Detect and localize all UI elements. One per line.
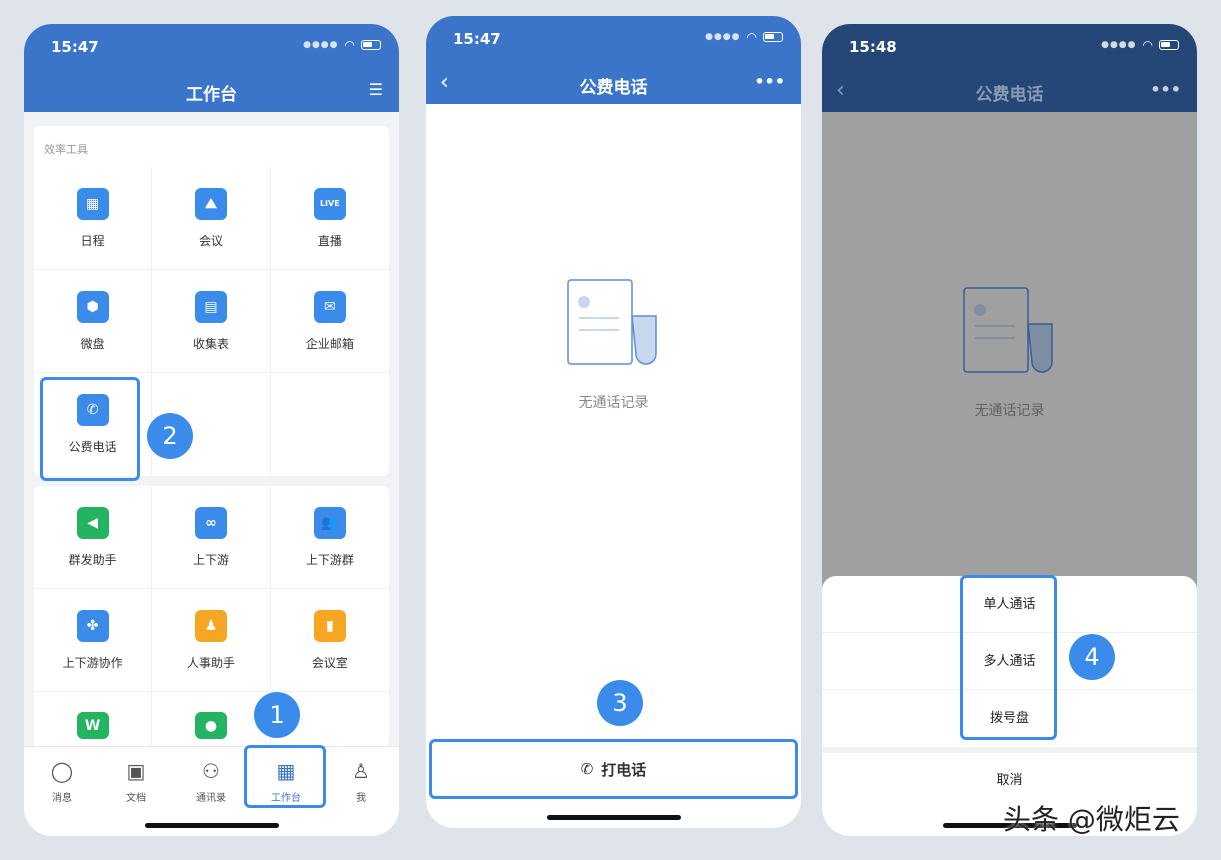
status-bar: 15:47 ●●●● ◠ <box>426 16 801 60</box>
highlight-options <box>960 575 1057 740</box>
status-time: 15:47 <box>51 38 99 56</box>
step-badge-3: 3 <box>597 680 643 726</box>
home-indicator <box>144 823 279 828</box>
page-title: 公费电话 <box>579 78 648 98</box>
battery-icon <box>763 32 783 42</box>
tab-messages[interactable]: ◯ 消息 <box>32 757 92 804</box>
app-live[interactable]: LIVE 直播 <box>270 167 389 270</box>
phone-call-options: 15:48 ●●●● ◠ ‹ 公费电话 ••• 无通话记录 单人通话 多人通话 拨… <box>822 24 1197 836</box>
form-icon: ▤ <box>194 290 227 323</box>
wifi-icon: ◠ <box>344 38 355 52</box>
phone-workbench: 15:47 ●●●● ◠ 工作台 ☰ 效率工具 ▦ 日程 ⛰ 会议 LIVE 直播… <box>24 24 399 836</box>
manage-icon[interactable]: ☰ <box>369 80 383 99</box>
chat-bubble-icon: ◯ <box>50 759 74 783</box>
mail-icon: ✉ <box>313 290 346 323</box>
step-badge-4: 4 <box>1069 634 1115 680</box>
app-meeting-room[interactable]: ▮ 会议室 <box>270 589 389 692</box>
empty-text: 无通话记录 <box>974 403 1045 419</box>
phone-paid-phone: 15:47 ●●●● ◠ ‹ 公费电话 ••• 无通话记录 3 ✆ 打电话 <box>426 16 801 828</box>
collab-icon: ✤ <box>76 609 109 642</box>
signal-icon: ●●●● <box>1101 40 1137 50</box>
app-icon: W <box>76 712 109 739</box>
step-badge-1: 1 <box>254 692 300 738</box>
app-broadcast[interactable]: ◀ 群发助手 <box>34 486 153 589</box>
watermark: 头条 @微炬云 <box>1003 803 1180 836</box>
signal-icon: ●●●● <box>303 40 339 50</box>
empty-records-icon <box>963 287 1053 373</box>
door-icon: ▮ <box>313 609 346 642</box>
group-icon: 👥 <box>313 506 346 539</box>
status-bar: 15:47 ●●●● ◠ <box>24 24 399 68</box>
drive-icon: ⬢ <box>76 290 109 323</box>
wifi-icon: ◠ <box>746 30 757 44</box>
chat-icon: ● <box>194 712 227 739</box>
tab-contacts[interactable]: ⚇ 通讯录 <box>181 757 241 804</box>
battery-icon <box>361 40 381 50</box>
tab-docs[interactable]: ▣ 文档 <box>106 757 166 804</box>
section-title: 效率工具 <box>44 143 88 156</box>
link-icon: ∞ <box>194 506 227 539</box>
hr-icon: ♟ <box>194 609 227 642</box>
calendar-icon: ▦ <box>76 187 109 220</box>
battery-icon <box>1159 40 1179 50</box>
partner-grid: ◀ 群发助手 ∞ 上下游 👥 上下游群 ✤ 上下游协作 ♟ 人事助手 ▮ 会议室… <box>34 486 389 752</box>
meeting-icon: ⛰ <box>194 187 227 220</box>
tab-bar: ◯ 消息 ▣ 文档 ⚇ 通讯录 ▦ 工作台 ♙ 我 <box>24 746 399 836</box>
app-mail[interactable]: ✉ 企业邮箱 <box>270 270 389 373</box>
phone-icon: ✆ <box>580 760 594 778</box>
page-title: 工作台 <box>186 85 237 105</box>
call-button[interactable]: ✆ 打电话 <box>429 739 798 799</box>
signal-icon: ●●●● <box>705 32 741 42</box>
document-icon: ▣ <box>126 759 146 783</box>
more-icon[interactable]: ••• <box>754 72 785 91</box>
more-icon[interactable]: ••• <box>1150 80 1181 99</box>
wifi-icon: ◠ <box>1142 38 1153 52</box>
status-time: 15:47 <box>453 30 501 48</box>
app-upstream[interactable]: ∞ 上下游 <box>152 486 271 589</box>
org-chart-icon: ⚇ <box>202 759 220 783</box>
status-bar: 15:48 ●●●● ◠ <box>822 24 1197 68</box>
highlight-workbench-tab <box>244 745 326 808</box>
app-collab[interactable]: ✤ 上下游协作 <box>34 589 153 692</box>
app-partial-green[interactable]: W <box>34 692 153 752</box>
empty-cell <box>271 373 389 476</box>
app-partial-chat[interactable]: ● <box>152 692 271 752</box>
megaphone-icon: ◀ <box>76 506 109 539</box>
live-icon: LIVE <box>313 187 346 220</box>
status-time: 15:48 <box>849 38 897 56</box>
step-badge-2: 2 <box>147 413 193 459</box>
person-icon: ♙ <box>352 759 370 783</box>
app-calendar[interactable]: ▦ 日程 <box>34 167 153 270</box>
tab-me[interactable]: ♙ 我 <box>331 757 391 804</box>
home-indicator <box>546 815 681 820</box>
page-title: 公费电话 <box>975 85 1044 105</box>
app-upstream-group[interactable]: 👥 上下游群 <box>270 486 389 589</box>
highlight-paid-phone <box>40 377 140 481</box>
empty-text: 无通话记录 <box>578 395 649 411</box>
empty-records-icon <box>567 279 657 365</box>
app-drive[interactable]: ⬢ 微盘 <box>34 270 153 373</box>
app-meeting[interactable]: ⛰ 会议 <box>152 167 271 270</box>
app-form[interactable]: ▤ 收集表 <box>152 270 271 373</box>
app-hr[interactable]: ♟ 人事助手 <box>152 589 271 692</box>
